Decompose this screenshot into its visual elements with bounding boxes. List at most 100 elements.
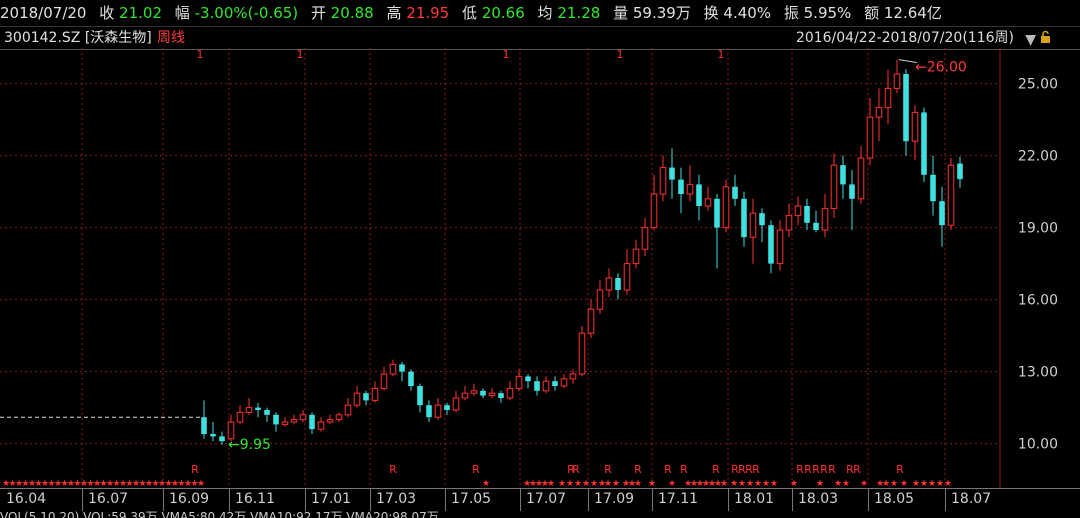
candle-body-down (741, 198, 747, 238)
candle-body-down (219, 436, 225, 442)
candlestick-chart[interactable]: 10.00 13.00 16.00 19.00 22.00 25.00 ←26.00 ←9.9… (0, 0, 1080, 510)
x-tick-label: 17.01 (311, 491, 352, 507)
candle-body-up (830, 164, 838, 209)
candle-body-down (714, 198, 720, 228)
signal-r-mark: R (664, 463, 672, 476)
candle-body-up (596, 289, 604, 310)
candle-body-up (794, 205, 802, 217)
candle-body-up (650, 193, 658, 229)
candle-body-up (605, 277, 613, 291)
signal-r-mark: R (712, 463, 720, 476)
candle-body-down (444, 405, 450, 410)
candle-body-up (452, 397, 460, 411)
candle-body-up (875, 107, 883, 118)
candle-body-up (632, 248, 640, 265)
x-tick-label: 16.07 (88, 491, 129, 507)
candle-body-up (470, 390, 478, 394)
candle-body-down (309, 414, 315, 430)
candle-body-up (686, 183, 694, 195)
candle-body-up (344, 404, 352, 416)
x-tick-label: 18.05 (874, 491, 915, 507)
candle-body-down (768, 225, 774, 264)
x-tick-label: 17.05 (451, 491, 492, 507)
x-tick-separator (82, 489, 83, 511)
candle-body-down (813, 222, 819, 230)
candle-body-down (525, 376, 531, 382)
candle-body-up (587, 308, 595, 334)
candle-body-down (921, 112, 927, 175)
candle-body-up (488, 392, 496, 397)
candle-body-up (722, 186, 730, 229)
candle-body-down (399, 364, 405, 372)
signal-r-mark: R (853, 463, 861, 476)
x-tick-label: 16.09 (169, 491, 210, 507)
top-signal-mark: 1 (503, 48, 510, 61)
y-tick-label: 19.00 (1018, 221, 1058, 237)
candle-body-down (696, 184, 702, 206)
x-tick-label: 17.09 (594, 491, 635, 507)
candle-body-down (957, 163, 963, 180)
signal-r-mark: R (896, 463, 904, 476)
candle-body-down (255, 407, 261, 410)
signal-r-mark: R (572, 463, 580, 476)
candle-body-down (480, 390, 486, 396)
x-tick-label: 18.07 (951, 491, 992, 507)
x-tick-label: 17.03 (376, 491, 417, 507)
x-tick-separator (229, 489, 230, 511)
candle-body-down (201, 417, 207, 434)
candle-body-up (776, 229, 784, 265)
candle-body-up (380, 373, 388, 389)
signal-r-mark: R (191, 463, 199, 476)
candle-body-up (623, 263, 631, 291)
signal-r-mark: R (472, 463, 480, 476)
y-tick-label: 10.00 (1018, 437, 1058, 453)
volume-indicator-bar: VOL(5,10,20) VOL:59.39万 VMA5:80.42万 VMA1… (0, 510, 1080, 518)
top-signal-mark: 1 (297, 48, 304, 61)
x-tick-separator (163, 489, 164, 511)
candle-body-up (911, 111, 919, 142)
top-signal-mark: 1 (197, 48, 204, 61)
x-tick-separator (728, 489, 729, 511)
candle-body-up (785, 215, 793, 231)
candle-body-down (426, 405, 432, 418)
x-tick-separator (520, 489, 521, 511)
candle-body-up (515, 375, 523, 389)
candle-body-down (930, 174, 936, 202)
candle-body-up (884, 87, 892, 109)
candle-body-up (659, 167, 667, 195)
candle-body-up (290, 419, 298, 423)
y-tick-label: 16.00 (1018, 293, 1058, 309)
candle-body-down (264, 410, 270, 415)
x-tick-label: 18.01 (734, 491, 775, 507)
x-tick-separator (792, 489, 793, 511)
candle-body-up (704, 198, 712, 207)
candle-body-up (335, 414, 343, 421)
signal-r-mark: R (820, 463, 828, 476)
signal-r-mark: R (752, 463, 760, 476)
candle-body-up (542, 380, 550, 392)
candle-body-down (849, 184, 855, 199)
candle-body-up (866, 116, 874, 159)
candle-body-up (353, 392, 361, 406)
signal-r-mark: R (604, 463, 612, 476)
candle-body-down (759, 213, 765, 226)
signal-r-mark: R (796, 463, 804, 476)
candle-body-down (417, 386, 423, 406)
candle-body-up (371, 387, 379, 401)
candle-body-up (560, 378, 568, 387)
x-tick-label: 18.03 (798, 491, 839, 507)
x-tick-separator (305, 489, 306, 511)
candle-body-up (578, 332, 586, 375)
candle-body-down (615, 278, 621, 290)
candle-body-up (236, 411, 244, 423)
candle-body-up (299, 414, 307, 421)
signal-r-mark: R (828, 463, 836, 476)
candle-body-up (506, 387, 514, 399)
candle-body-down (498, 393, 504, 398)
candle-body-down (534, 381, 540, 391)
x-tick-label: 17.07 (526, 491, 567, 507)
candle-body-down (804, 206, 810, 223)
x-tick-separator (370, 489, 371, 511)
x-tick-separator (445, 489, 446, 511)
x-tick-separator (868, 489, 869, 511)
